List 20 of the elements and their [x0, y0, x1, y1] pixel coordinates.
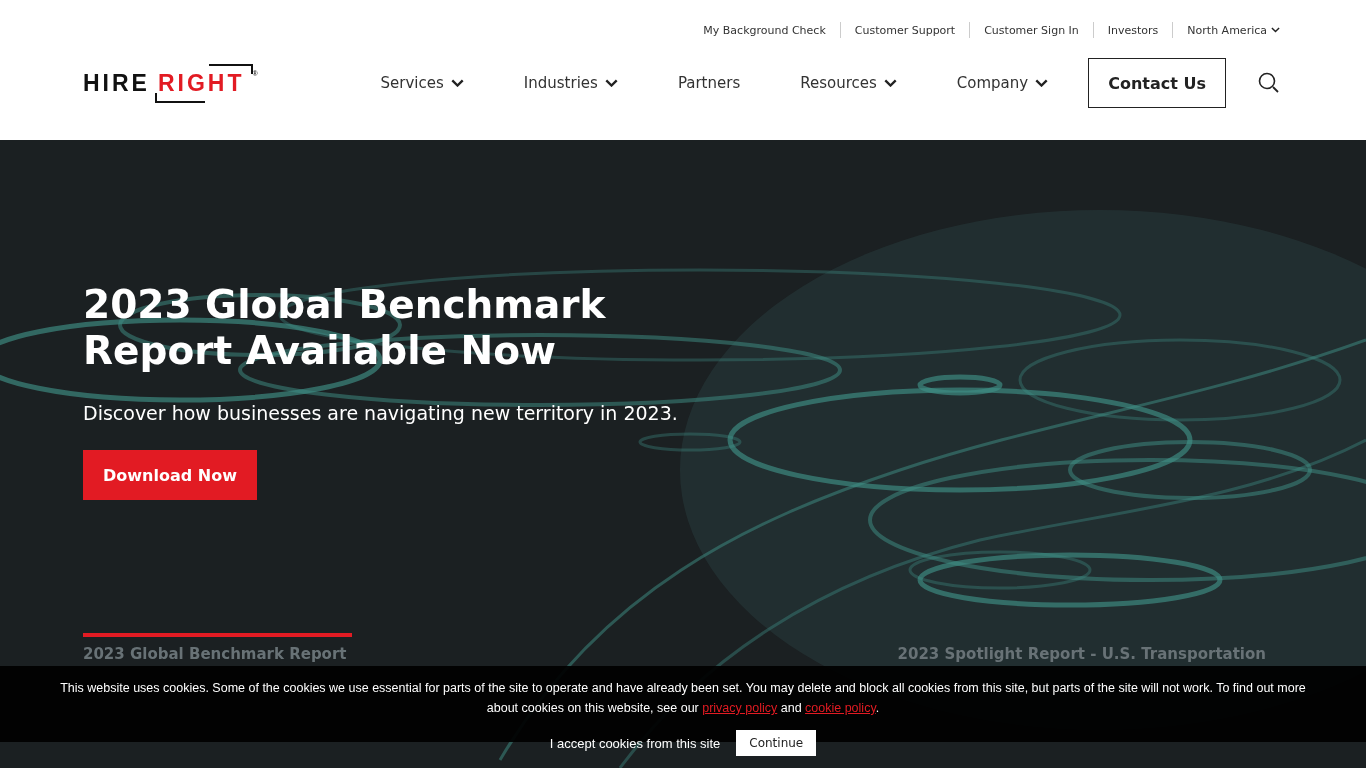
hero-subtitle: Discover how businesses are navigating new territory in 2023. [83, 402, 679, 424]
nav-item[interactable]: Industries [523, 74, 618, 92]
cookie-policy-link[interactable]: cookie policy [805, 701, 876, 715]
nav-item[interactable]: Resources [800, 74, 897, 92]
search-icon[interactable] [1258, 72, 1280, 94]
hero-title: 2023 Global Benchmark Report Available Now [83, 282, 607, 374]
contact-button[interactable]: Contact Us [1088, 58, 1226, 108]
utility-link[interactable]: My Background Check [703, 23, 826, 37]
download-button[interactable]: Download Now [83, 450, 257, 500]
utility-link[interactable]: North America [1187, 23, 1280, 37]
privacy-policy-link[interactable]: privacy policy [702, 701, 778, 715]
nav-item[interactable]: Partners [677, 74, 741, 92]
continue-button[interactable]: Continue [736, 730, 817, 756]
utility-link[interactable]: Customer Sign In [984, 23, 1079, 37]
utility-link[interactable]: Customer Support [854, 23, 956, 37]
accept-label: I accept cookies from this site [549, 735, 721, 751]
nav-item[interactable]: Services [380, 74, 464, 92]
nav-item[interactable]: Company [956, 74, 1049, 92]
utility-link[interactable]: Investors [1107, 23, 1159, 37]
logo[interactable]: HIRE RIGHT $^{®}$ [83, 63, 258, 103]
